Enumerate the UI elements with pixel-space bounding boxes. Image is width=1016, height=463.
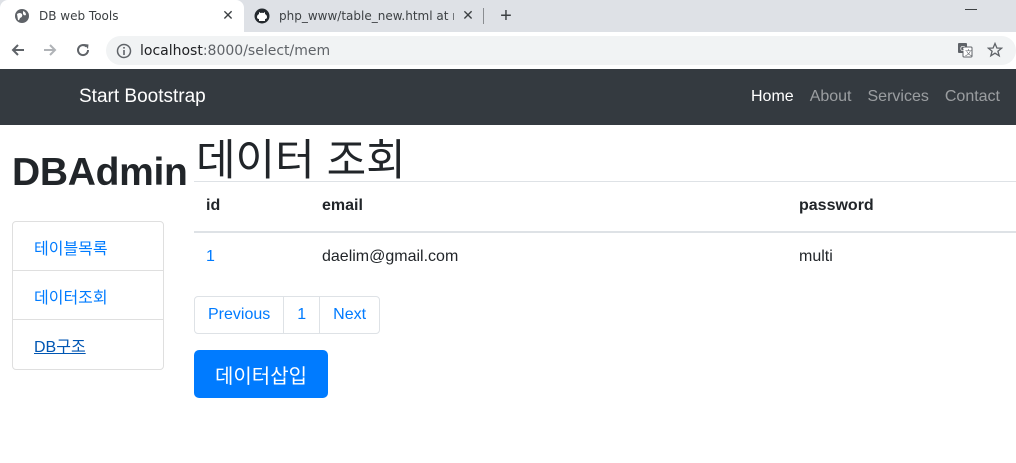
tab-title: php_www/table_new.html at ma bbox=[279, 9, 454, 23]
tab-db-web-tools[interactable]: DB web Tools ✕ bbox=[0, 0, 244, 32]
pagination-next[interactable]: Next bbox=[319, 297, 379, 333]
tab-github[interactable]: php_www/table_new.html at ma ✕ bbox=[244, 0, 484, 32]
url-path: :8000/select/mem bbox=[202, 42, 331, 59]
cell-email: daelim@gmail.com bbox=[310, 231, 787, 282]
translate-icon[interactable]: G文 bbox=[954, 39, 976, 61]
sidebar-item-table-list[interactable]: 테이블목록 bbox=[13, 222, 163, 271]
data-table: id email password 1 daelim@gmail.com mul… bbox=[194, 181, 1016, 282]
sidebar-menu: 테이블목록 데이터조회 DB구조 bbox=[12, 221, 164, 370]
forward-arrow-icon[interactable] bbox=[38, 38, 62, 62]
tab-title: DB web Tools bbox=[39, 9, 119, 23]
close-icon[interactable]: ✕ bbox=[220, 8, 236, 24]
navbar-links: Home About Services Contact bbox=[735, 88, 1000, 106]
url-host: localhost bbox=[140, 42, 203, 59]
cell-id-link[interactable]: 1 bbox=[194, 231, 310, 282]
reload-icon[interactable] bbox=[71, 38, 95, 62]
nav-link-about[interactable]: About bbox=[810, 88, 852, 106]
cell-password: multi bbox=[787, 231, 1016, 282]
minimize-icon[interactable] bbox=[965, 2, 977, 10]
browser-tab-strip: DB web Tools ✕ php_www/table_new.html at… bbox=[0, 0, 1016, 32]
navbar-brand[interactable]: Start Bootstrap bbox=[79, 86, 206, 108]
nav-link-home[interactable]: Home bbox=[751, 88, 794, 106]
browser-toolbar: localhost:8000/select/mem G文 bbox=[0, 32, 1016, 69]
url-text: localhost:8000/select/mem bbox=[140, 43, 330, 59]
column-header-id: id bbox=[194, 181, 310, 233]
globe-icon bbox=[14, 8, 30, 24]
info-icon[interactable] bbox=[116, 43, 132, 59]
back-arrow-icon[interactable] bbox=[6, 38, 30, 62]
page-title: 데이터 조회 bbox=[196, 137, 406, 185]
github-icon bbox=[254, 8, 270, 24]
nav-link-contact[interactable]: Contact bbox=[945, 88, 1000, 106]
plus-icon[interactable]: + bbox=[494, 4, 518, 28]
close-icon[interactable]: ✕ bbox=[460, 8, 476, 24]
sidebar-item-data-view[interactable]: 데이터조회 bbox=[13, 271, 163, 320]
star-icon[interactable] bbox=[984, 39, 1006, 61]
column-header-email: email bbox=[310, 181, 787, 233]
address-bar[interactable]: localhost:8000/select/mem G文 bbox=[106, 36, 1016, 65]
pagination-previous[interactable]: Previous bbox=[195, 297, 283, 333]
column-header-password: password bbox=[787, 181, 1016, 233]
table-header-row: id email password bbox=[194, 181, 1016, 233]
svg-text:文: 文 bbox=[965, 48, 972, 57]
tab-divider bbox=[483, 8, 484, 24]
sidebar-item-db-structure[interactable]: DB구조 bbox=[13, 320, 163, 369]
insert-data-button[interactable]: 데이터삽입 bbox=[194, 350, 328, 398]
table-row: 1 daelim@gmail.com multi bbox=[194, 231, 1016, 282]
nav-link-services[interactable]: Services bbox=[868, 88, 929, 106]
site-navbar: Start Bootstrap Home About Services Cont… bbox=[0, 69, 1016, 125]
pagination: Previous 1 Next bbox=[194, 296, 381, 334]
sidebar-title: DBAdmin bbox=[12, 151, 188, 194]
pagination-page-1[interactable]: 1 bbox=[283, 297, 319, 333]
